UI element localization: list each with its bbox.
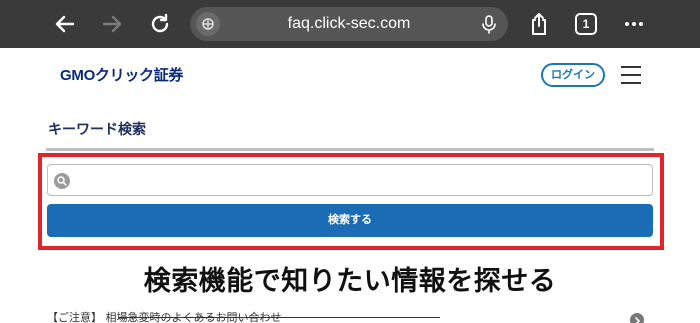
share-icon[interactable] [525, 10, 553, 38]
more-icon[interactable] [620, 10, 648, 38]
back-arrow-icon[interactable] [51, 10, 79, 38]
section-title: キーワード検索 [48, 122, 146, 138]
microphone-icon[interactable] [478, 13, 500, 35]
url-text: faq.click-sec.com [287, 15, 411, 32]
notice-link-underline [118, 317, 440, 318]
search-button[interactable]: 検索する [47, 204, 653, 237]
tabs-icon[interactable]: 1 [575, 13, 597, 35]
address-bar[interactable]: faq.click-sec.com [190, 7, 508, 41]
search-field[interactable] [47, 164, 653, 196]
caption-text: 検索機能で知りたい情報を探せる [143, 266, 557, 297]
hamburger-menu-icon[interactable] [621, 66, 641, 84]
search-input[interactable] [76, 165, 646, 195]
chevron-right-icon[interactable] [630, 313, 644, 323]
search-icon [54, 173, 70, 189]
reload-icon[interactable] [146, 10, 174, 38]
section-divider [46, 148, 654, 151]
forward-arrow-icon[interactable] [98, 10, 126, 38]
site-logo[interactable]: GMOクリック証券 [60, 64, 183, 88]
browser-toolbar: faq.click-sec.com 1 [0, 0, 700, 48]
login-button[interactable]: ログイン [541, 63, 605, 87]
